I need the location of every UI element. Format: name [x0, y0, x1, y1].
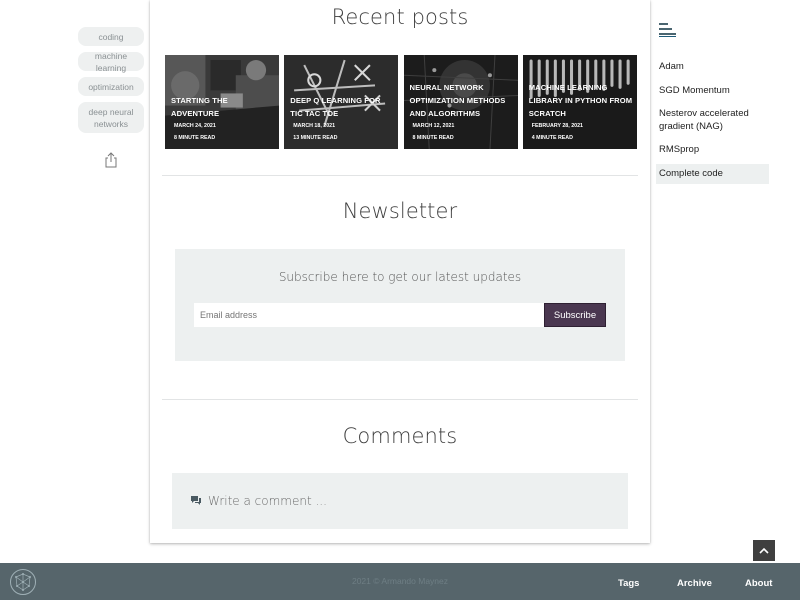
post-text: NEURAL NETWORK OPTIMIZATION METHODS AND …	[410, 81, 514, 144]
recent-posts-title: Recent posts	[331, 5, 469, 29]
comment-input[interactable]: Write a comment ...	[172, 473, 628, 529]
section-divider	[162, 175, 638, 176]
tag-deep-neural-networks[interactable]: deep neural networks	[78, 102, 144, 133]
footer: 2021 © Armando Maynez Tags Archive About	[0, 563, 800, 600]
toc-menu-icon[interactable]	[659, 22, 676, 38]
post-card[interactable]: NEURAL NETWORK OPTIMIZATION METHODS AND …	[403, 55, 518, 149]
footer-link-about[interactable]: About	[745, 578, 772, 589]
comment-placeholder: Write a comment ...	[208, 494, 327, 508]
chevron-up-icon	[759, 547, 769, 554]
post-title: MACHINE LEARNING LIBRARY IN PYTHON FROM …	[528, 83, 633, 118]
email-field[interactable]	[194, 303, 544, 327]
toc-item-sgd-momentum[interactable]: SGD Momentum	[656, 81, 769, 102]
post-text: STARTING THE ADVENTURE MARCH 24, 2021 8 …	[171, 94, 275, 144]
newsletter-box: Subscribe here to get our latest updates…	[175, 249, 625, 361]
tag-list: coding machine learning optimization dee…	[78, 27, 144, 139]
subscribe-button[interactable]: Subscribe	[544, 303, 606, 327]
footer-link-tags[interactable]: Tags	[618, 578, 639, 589]
newsletter-title: Newsletter	[342, 199, 458, 223]
post-card[interactable]: MACHINE LEARNING LIBRARY IN PYTHON FROM …	[522, 55, 637, 149]
toc-item-rmsprop[interactable]: RMSprop	[656, 140, 769, 161]
comments-title: Comments	[342, 424, 458, 448]
tag-optimization[interactable]: optimization	[78, 77, 144, 96]
tag-machine-learning[interactable]: machine learning	[78, 51, 144, 73]
post-title: NEURAL NETWORK OPTIMIZATION METHODS AND …	[409, 83, 506, 118]
post-read-time: 4 MINUTE READ	[531, 135, 573, 141]
post-date: MARCH 18, 2021	[293, 123, 336, 129]
post-date: FEBRUARY 28, 2021	[531, 123, 583, 129]
post-title: DEEP Q LEARNING FOR TIC TAC TOE	[290, 96, 381, 118]
newsletter-description: Subscribe here to get our latest updates	[278, 270, 522, 284]
post-text: DEEP Q LEARNING FOR TIC TAC TOE MARCH 18…	[290, 94, 394, 144]
post-card[interactable]: DEEP Q LEARNING FOR TIC TAC TOE MARCH 18…	[284, 55, 399, 149]
back-to-top-button[interactable]	[753, 540, 775, 561]
toc-item-complete-code[interactable]: Complete code	[656, 163, 769, 184]
section-divider	[162, 399, 638, 400]
post-title: STARTING THE ADVENTURE	[171, 96, 228, 118]
recent-posts-list: STARTING THE ADVENTURE MARCH 24, 2021 8 …	[165, 55, 637, 149]
footer-link-archive[interactable]: Archive	[677, 578, 712, 589]
comments-icon	[191, 496, 201, 505]
post-date: MARCH 24, 2021	[174, 123, 216, 129]
main-content: Recent posts STARTING THE ADVENTURE MARC…	[150, 0, 650, 543]
post-text: MACHINE LEARNING LIBRARY IN PYTHON FROM …	[529, 81, 633, 144]
tag-coding[interactable]: coding	[78, 27, 144, 46]
post-read-time: 13 MINUTE READ	[293, 135, 338, 141]
post-date: MARCH 12, 2021	[412, 123, 455, 129]
toc-item-adam[interactable]: Adam	[656, 57, 769, 78]
table-of-contents: Adam SGD Momentum Nesterov accelerated g…	[656, 57, 769, 184]
share-icon[interactable]	[104, 152, 118, 168]
toc-item-nag[interactable]: Nesterov accelerated gradient (NAG)	[656, 104, 769, 137]
post-card[interactable]: STARTING THE ADVENTURE MARCH 24, 2021 8 …	[165, 55, 280, 149]
post-read-time: 8 MINUTE READ	[412, 135, 454, 141]
post-read-time: 8 MINUTE READ	[174, 135, 216, 141]
